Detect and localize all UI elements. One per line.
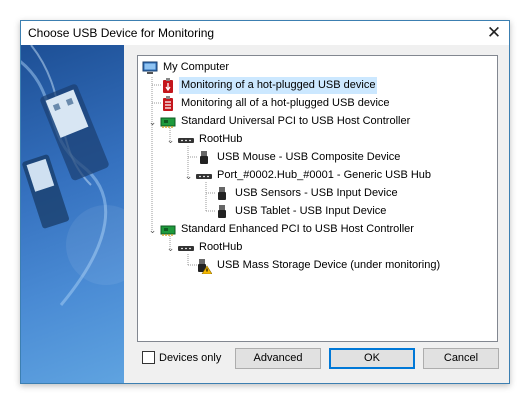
checkbox-box[interactable] [142,351,155,364]
usb-plug-icon [218,204,226,218]
tree-item-label: Monitoring of a hot-plugged USB device [179,77,378,94]
window-title: Choose USB Device for Monitoring [28,26,215,40]
chevron-down-icon[interactable]: ⌄ [166,136,175,145]
tree-item-label: USB Tablet - USB Input Device [235,205,387,217]
usb-plug-warning-icon [198,258,212,274]
tree-item-label: USB Sensors - USB Input Device [235,187,398,199]
tree-item-universal-controller[interactable]: Standard Universal PCI to USB Host Contr… [160,113,412,130]
tree-root[interactable]: My Computer [142,59,231,76]
tree-item-label: My Computer [163,61,230,73]
tree-item-usb-sensors[interactable]: USB Sensors - USB Input Device [214,185,400,202]
tree-item-roothub-1[interactable]: RootHub [178,131,244,148]
tree-item-label: USB Mass Storage Device (under monitorin… [217,259,441,271]
devices-only-checkbox[interactable]: Devices only [142,351,221,364]
usb-hub-icon [178,137,194,143]
device-tree[interactable]: My Computer Monitoring of a hot-plugged … [137,55,498,342]
chevron-down-icon[interactable]: ⌄ [184,172,193,181]
tree-item-label: Standard Universal PCI to USB Host Contr… [181,115,411,127]
chevron-down-icon[interactable]: ⌄ [148,226,157,235]
hotplug-all-usb-icon [163,95,173,111]
dialog-window: Choose USB Device for Monitoring ✕ My Co… [20,20,510,384]
computer-icon [142,61,158,74]
chevron-down-icon[interactable]: ⌄ [166,244,175,253]
pci-controller-icon [160,117,176,128]
tree-item-label: Standard Enhanced PCI to USB Host Contro… [181,223,414,235]
devices-only-label: Devices only [159,351,222,364]
tree-item-generic-hub[interactable]: Port_#0002.Hub_#0001 - Generic USB Hub [196,167,433,184]
ok-button[interactable]: OK [329,348,415,369]
title-bar: Choose USB Device for Monitoring ✕ [21,21,509,45]
tree-item-mass-storage[interactable]: USB Mass Storage Device (under monitorin… [196,257,442,274]
tree-item-hotplug-all[interactable]: Monitoring all of a hot-plugged USB devi… [160,95,392,112]
tree-item-label: RootHub [199,133,243,145]
cancel-button[interactable]: Cancel [423,348,499,369]
tree-item-label: USB Mouse - USB Composite Device [217,151,401,163]
close-icon[interactable]: ✕ [479,21,509,45]
pci-controller-icon [160,225,176,236]
usb-cable-banner [21,45,124,383]
tree-item-label: Port_#0002.Hub_#0001 - Generic USB Hub [217,169,432,181]
tree-item-usb-mouse[interactable]: USB Mouse - USB Composite Device [196,149,402,166]
hotplug-usb-icon [163,77,173,93]
usb-plug-icon [218,186,226,200]
advanced-button[interactable]: Advanced [235,348,321,369]
usb-hub-icon [178,245,194,251]
tree-item-roothub-2[interactable]: RootHub [178,239,244,256]
tree-item-usb-tablet[interactable]: USB Tablet - USB Input Device [214,203,388,220]
usb-hub-icon [196,173,212,179]
tree-item-enhanced-controller[interactable]: Standard Enhanced PCI to USB Host Contro… [160,221,416,238]
tree-item-label: RootHub [199,241,243,253]
tree-item-hotplug-single[interactable]: Monitoring of a hot-plugged USB device [160,77,378,94]
chevron-down-icon[interactable]: ⌄ [148,118,157,127]
tree-item-label: Monitoring all of a hot-plugged USB devi… [181,97,390,109]
usb-plug-icon [200,150,208,164]
